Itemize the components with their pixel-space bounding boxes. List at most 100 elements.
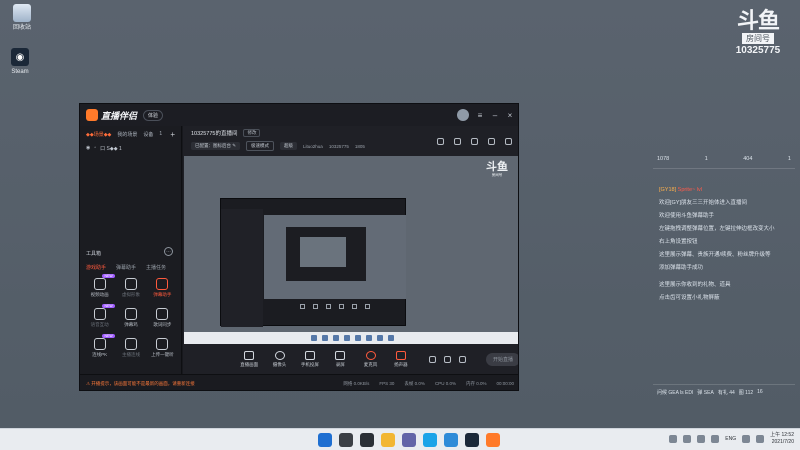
control-screen[interactable]: 直播画面 [239,350,259,368]
user-avatar[interactable] [457,109,469,121]
record-icon [335,350,346,360]
video-icon[interactable] [429,355,437,363]
danmaku-icon [156,278,169,290]
steam-shortcut[interactable]: ◉ Steam [0,48,40,76]
minimize-icon[interactable]: – [491,111,499,120]
screen-icon [244,350,255,360]
eye-icon[interactable]: ◉ [86,145,90,151]
room-number-tag: 房间号 [742,33,774,44]
delete-icon[interactable] [437,138,444,145]
preview-nested-window [220,198,406,327]
chicken-icon [124,308,137,320]
extra-controls [429,355,467,363]
tab-game-assistant[interactable]: 游戏助手 [86,264,106,271]
app-logo: 直播伴侣 [86,109,137,122]
upload-icon [156,338,169,350]
quality-select[interactable]: 超级 [280,142,298,150]
share-icon[interactable] [505,138,512,145]
settings-icon[interactable] [459,355,467,363]
viewer-count: 1078 [657,156,670,162]
category-pill[interactable]: 已配置：图标后台 ✎ [191,142,241,150]
source-label: 口 S◆◆ 1 [100,145,122,152]
start-menu-icon[interactable] [318,433,332,447]
tool-lyrics[interactable]: 歌词同步 [147,308,178,328]
file-explorer-icon[interactable] [381,433,395,447]
preview-taskbar [184,332,518,344]
chevron-up-icon[interactable] [711,435,720,443]
tool-video-effect[interactable]: NEW 视频动画 [84,274,115,298]
tool-chicken[interactable]: 弹幕鸡 [115,308,146,328]
tab-devices[interactable]: 设备 [143,131,153,138]
source-controls: 直播画面 摄像头 手机投屏 录屏 麦克风 扬声器 开始直播 [183,344,518,374]
fans-count: 1805 [354,143,365,149]
copy-icon[interactable] [471,138,478,145]
tray-app-icon[interactable] [683,435,692,443]
live-companion-taskbar-icon[interactable] [486,433,500,447]
taskbar-apps [318,433,500,447]
clock[interactable]: 上午 12:52 2021/7/20 [770,432,794,446]
bell-icon[interactable] [488,138,495,145]
phone-cast-icon [304,350,315,360]
network-icon[interactable] [742,435,751,443]
tool-danmaku[interactable]: 弹幕助手 [147,278,178,298]
version-chip[interactable]: 体验 [143,109,164,121]
edit-room-button[interactable]: 修改 [243,129,261,137]
control-camera[interactable]: 摄像头 [269,350,289,368]
tool-pk[interactable]: NEW 连线PK [84,334,115,358]
tab-my-scenes[interactable]: 我的场景 [117,131,137,138]
app-logo-icon [86,109,98,121]
tab-danmaku-assistant[interactable]: 弹幕助手 [116,264,136,271]
scene-name[interactable]: ◆◆场景◆◆ [86,131,111,138]
toolbox-grid: NEW 视频动画 虚拟形象 弹幕助手 NEW 语音互动 弹幕鸡 歌词同步 NEW… [84,274,178,358]
control-mic[interactable]: 麦克风 [360,350,380,368]
toolbox-more-icon[interactable]: … [164,247,173,256]
steam-icon: ◉ [11,48,29,66]
app-title: 直播伴侣 [101,110,138,121]
chat-messages: [GY18] Sprite~ lvl 欢迎[GY]朋友三三开始体进入直播间 欢迎… [653,169,795,302]
stream-mode-select[interactable]: 极速模式 [246,141,275,151]
scene-header: ◆◆场景◆◆ 我的场景 设备 1 + [80,126,181,142]
chat-icon[interactable] [402,433,416,447]
tool-voice[interactable]: NEW 语音互动 [84,304,115,328]
video-effect-icon: NEW [93,274,115,290]
danmaku-overlay[interactable]: 1078 1 404 1 [GY18] Sprite~ lvl 欢迎[GY]朋友… [653,150,795,400]
tray-app-icon[interactable] [697,435,706,443]
tool-link[interactable]: 主播连线 [115,338,146,358]
chat-stats: 1078 1 404 1 [653,150,795,169]
clock-time: 上午 12:52 [770,432,794,438]
tray-app-icon[interactable] [669,435,678,443]
search-icon[interactable] [339,433,353,447]
live-companion-window: 直播伴侣 体验 ≡ – × ◆◆场景◆◆ 我的场景 设备 1 + ◉ ▫ 口 S… [79,103,519,391]
steam-taskbar-icon[interactable] [465,433,479,447]
volume-icon[interactable] [756,435,765,443]
control-record[interactable]: 录屏 [330,350,350,368]
tab-streamer-tasks[interactable]: 主播任务 [146,264,166,271]
close-icon[interactable]: × [506,111,514,120]
source-item[interactable]: ◉ ▫ 口 S◆◆ 1 [80,142,181,154]
unlock-icon[interactable] [454,138,461,145]
control-speaker[interactable]: 扬声器 [391,350,411,368]
title-bar-controls: ≡ – × [457,109,514,121]
stream-preview[interactable]: 斗鱼 房间号 [184,156,518,344]
start-live-button[interactable]: 开始直播 [486,352,518,366]
timer-icon[interactable] [444,355,452,363]
camera-icon [274,350,285,360]
room-id: 10325775 [328,143,349,149]
language-indicator[interactable]: ENG [725,436,736,442]
tool-upload[interactable]: 上传一键听 [147,338,178,358]
lock-icon[interactable]: ▫ [94,145,96,151]
status-warning: ⚠ 开播提示，该画面可能不是最新的画面，请重新连接 [86,380,195,386]
store-icon[interactable] [444,433,458,447]
recycle-bin-shortcut[interactable]: 回收站 [2,4,42,32]
scene-sidebar: ◆◆场景◆◆ 我的场景 设备 1 + ◉ ▫ 口 S◆◆ 1 工具箱 … 游戏助… [80,126,182,374]
lyrics-icon [156,308,169,320]
task-view-icon[interactable] [360,433,374,447]
edge-icon[interactable] [423,433,437,447]
chat-line: 欢迎使用斗鱼弹幕助手 [659,213,715,219]
add-scene-icon[interactable]: + [170,130,175,139]
tool-virtual-avatar[interactable]: 虚拟形象 [115,278,146,298]
menu-icon[interactable]: ≡ [476,111,484,120]
system-tray: ENG 上午 12:52 2021/7/20 [669,432,794,446]
control-phone-cast[interactable]: 手机投屏 [300,350,320,368]
pk-icon: NEW [93,334,115,350]
